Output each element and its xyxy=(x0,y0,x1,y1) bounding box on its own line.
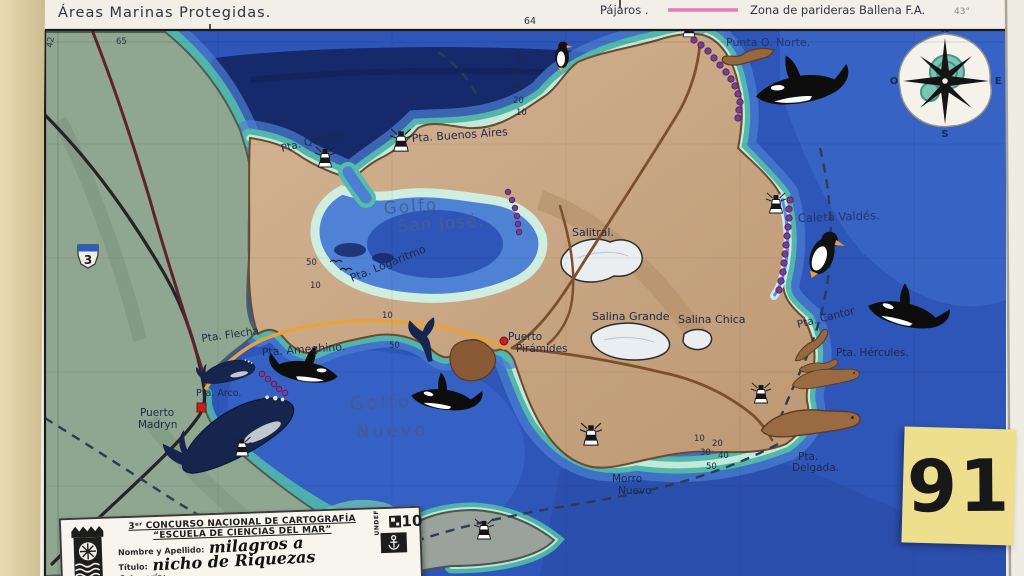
header-area-label: Áreas Marinas Protegidas. xyxy=(58,4,271,21)
svg-text:10: 10 xyxy=(382,311,393,321)
anchor-icon xyxy=(380,532,407,553)
sea-lion-colony xyxy=(450,340,496,381)
route-number: 3 xyxy=(84,253,92,267)
svg-text:30: 30 xyxy=(700,448,711,458)
wall-left xyxy=(0,0,45,576)
header-tick-64: 64 xyxy=(524,16,536,27)
label-golfo-nuevo-1: Golfo xyxy=(349,391,412,415)
contest-number-sticky-note: 91 xyxy=(901,426,1016,545)
label-puerto-piramides-1: Puerto xyxy=(508,331,542,343)
route-3-shield: 3 xyxy=(78,245,98,268)
label-puerto-madryn-1: Puerto xyxy=(140,407,174,419)
label-salina-grande: Salina Grande xyxy=(592,310,670,323)
label-morro-nuevo-1: Morro xyxy=(612,473,642,485)
svg-text:20: 20 xyxy=(513,96,524,106)
undef-logo-mark xyxy=(389,515,401,527)
compass-east-label: E xyxy=(995,76,1002,87)
label-puerto-piramides-2: Pirámides xyxy=(516,343,568,355)
compass-west-label: O xyxy=(890,76,899,87)
svg-text:50: 50 xyxy=(516,55,527,65)
svg-text:10: 10 xyxy=(310,281,321,291)
label-pta-arco: Pta. Arco. xyxy=(196,388,241,399)
puerto-piramides-marker xyxy=(500,337,508,345)
corner-coordinate: 43° xyxy=(954,7,970,17)
label-pta-delgada-2: Delgada. xyxy=(792,462,839,474)
legend-birds-label: Pájaros . xyxy=(600,3,649,17)
map-artwork: 3 N E S O 5040 3020 10 5010 1050 1020 30… xyxy=(0,0,1024,576)
title-field-label: Título: xyxy=(118,563,147,573)
coat-of-arms-icon xyxy=(67,523,113,576)
label-caleta-valdes: Caleta Valdés. xyxy=(798,208,880,225)
svg-text:10: 10 xyxy=(694,434,705,444)
label-salitral: Salitral. xyxy=(572,226,614,239)
undef-logo-text: UNDEF xyxy=(373,509,381,535)
margin-tick-42: 42 xyxy=(45,36,57,48)
legend-whale-zone-label: Zona de parideras Ballena F.A. xyxy=(750,3,925,17)
svg-text:20: 20 xyxy=(712,439,723,449)
contest-number: 91 xyxy=(907,450,1012,523)
svg-text:10: 10 xyxy=(516,108,527,118)
hand-drawn-map-photo: 3 N E S O 5040 3020 10 5010 1050 1020 30… xyxy=(0,0,1024,576)
label-golfo-nuevo-2: Nuevo xyxy=(355,419,428,443)
label-morro-nuevo-2: Nuevo xyxy=(618,485,652,497)
undef-logo: UNDEF 10 xyxy=(364,512,423,532)
svg-text:30: 30 xyxy=(512,83,523,93)
svg-text:50: 50 xyxy=(389,341,400,351)
label-puerto-madryn-2: Madryn xyxy=(138,419,177,431)
compass-south-label: S xyxy=(941,129,948,140)
svg-text:40: 40 xyxy=(511,69,522,79)
label-pta-hercules: Pta. Hércules. xyxy=(836,347,909,359)
svg-text:40: 40 xyxy=(718,451,729,461)
svg-text:50: 50 xyxy=(306,258,317,268)
contest-cartouche: 3ᵉʳ CONCURSO NACIONAL DE CARTOGRAFÍA “ES… xyxy=(59,506,423,576)
puerto-madryn-marker xyxy=(197,403,206,412)
undef-logo-number: 10 xyxy=(401,512,422,531)
svg-text:50: 50 xyxy=(706,462,717,472)
margin-tick-65: 65 xyxy=(116,37,127,47)
label-salina-chica: Salina Chica xyxy=(678,313,746,326)
